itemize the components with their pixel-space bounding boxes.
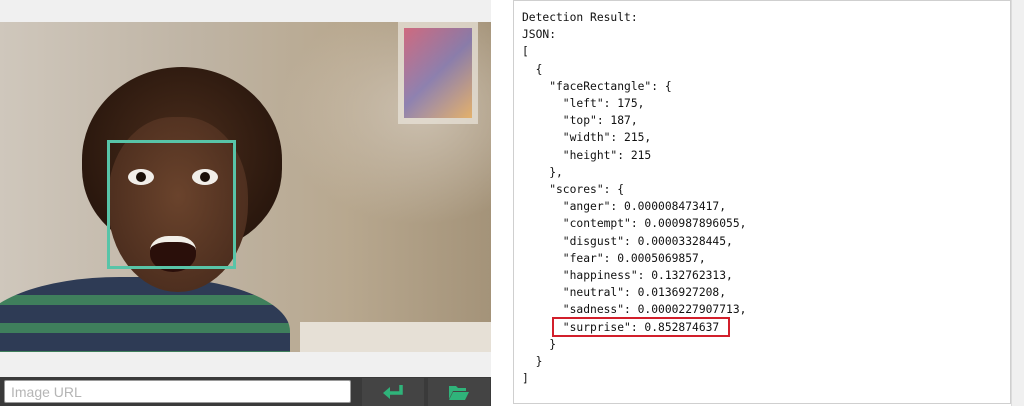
result-line: "left": 175, [522, 97, 645, 111]
result-line: "fear": 0.0005069857, [522, 251, 706, 265]
result-line: "contempt": 0.000987896055, [522, 217, 747, 231]
image-url-input[interactable] [4, 380, 351, 403]
result-line: JSON: [522, 28, 557, 42]
result-line: Detection Result: [522, 11, 638, 24]
result-line: "height": 215 [522, 148, 652, 162]
result-line: ] [522, 372, 529, 386]
image-preview-panel [0, 0, 491, 377]
result-line: "scores": { [522, 183, 625, 197]
result-line: [ [522, 45, 529, 59]
enter-arrow-icon [383, 385, 403, 399]
uploaded-photo [0, 22, 491, 352]
result-scrollbar[interactable] [1011, 0, 1024, 406]
result-line: }, [522, 165, 563, 179]
background-wall-art [398, 22, 478, 124]
result-line: "width": 215, [522, 131, 652, 145]
result-line: "faceRectangle": { [522, 79, 672, 93]
result-line: "anger": 0.000008473417, [522, 200, 727, 214]
result-line: } [522, 355, 543, 369]
face-detection-rectangle [107, 140, 236, 269]
child-shirt [0, 277, 290, 352]
folder-open-icon [449, 386, 469, 400]
background-table [300, 322, 491, 352]
surprise-score-highlight [552, 317, 730, 337]
submit-url-button[interactable] [362, 378, 424, 406]
result-line: "disgust": 0.00003328445, [522, 234, 733, 248]
result-line: } [522, 337, 557, 351]
result-line: "neutral": 0.0136927208, [522, 286, 727, 300]
browse-file-button[interactable] [428, 378, 490, 406]
result-line: "happiness": 0.132762313, [522, 269, 733, 283]
result-line: "sadness": 0.0000227907713, [522, 303, 747, 317]
result-line: "top": 187, [522, 114, 638, 128]
result-line: { [522, 62, 543, 76]
